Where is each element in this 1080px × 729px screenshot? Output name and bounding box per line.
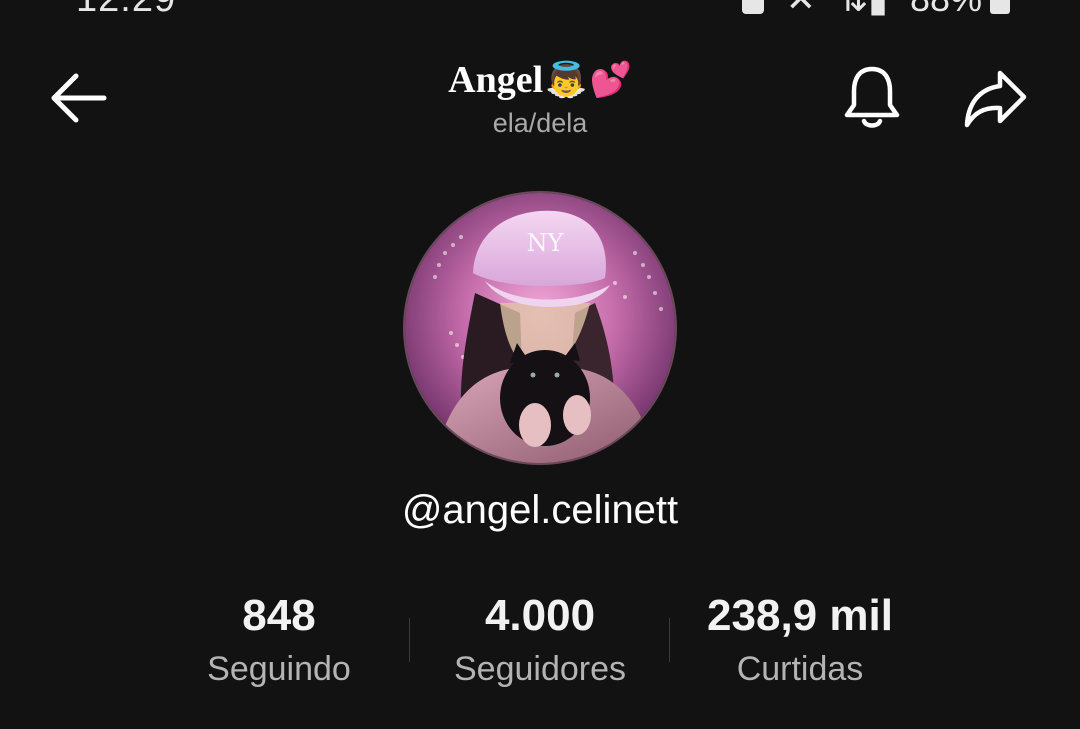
stat-likes-label: Curtidas [736,650,864,688]
status-icons: ✕ ⇅▮ 88% [741,0,1010,20]
profile-title: Angel 👼 💕 ela/dela [0,56,1080,139]
stat-following[interactable]: 848 Seguindo [149,588,409,689]
display-name: Angel 👼 💕 [448,56,632,104]
status-bar: 12:29 ✕ ⇅▮ 88% [0,0,1080,21]
profile-screen: 12:29 ✕ ⇅▮ 88% Angel 👼 💕 ela/dela [0,0,1080,729]
battery-icon [990,0,1010,14]
avatar[interactable]: NY [405,193,675,463]
stat-followers-label: Seguidores [453,650,626,688]
bell-icon [844,66,900,128]
hearts-emoji: 💕 [589,60,632,100]
status-time: 12:29 [76,0,176,21]
share-arrow-icon [964,70,1027,128]
stat-following-value: 848 [242,591,316,640]
battery-percentage: 88% [910,0,982,20]
notification-icon [741,0,764,14]
signal-icon: ⇅▮ [838,0,888,20]
stat-followers[interactable]: 4.000 Seguidores [410,588,670,689]
svg-text:NY: NY [527,229,565,257]
username: @angel.celinett [401,488,679,532]
mute-icon: ✕ [786,0,816,20]
stat-likes[interactable]: 238,9 mil Curtidas [670,588,930,689]
pronouns: ela/dela [492,108,588,138]
profile-stats: 848 Seguindo 4.000 Seguidores 238,9 mil … [150,588,930,698]
display-name-text: Angel [448,59,544,101]
angel-emoji: 👼 [545,60,588,100]
avatar-image: NY [405,193,675,463]
stat-likes-value: 238,9 mil [707,591,893,640]
stat-followers-value: 4.000 [484,591,596,640]
stat-following-label: Seguindo [207,650,351,688]
notifications-button[interactable] [837,63,907,133]
share-button[interactable] [960,63,1030,133]
